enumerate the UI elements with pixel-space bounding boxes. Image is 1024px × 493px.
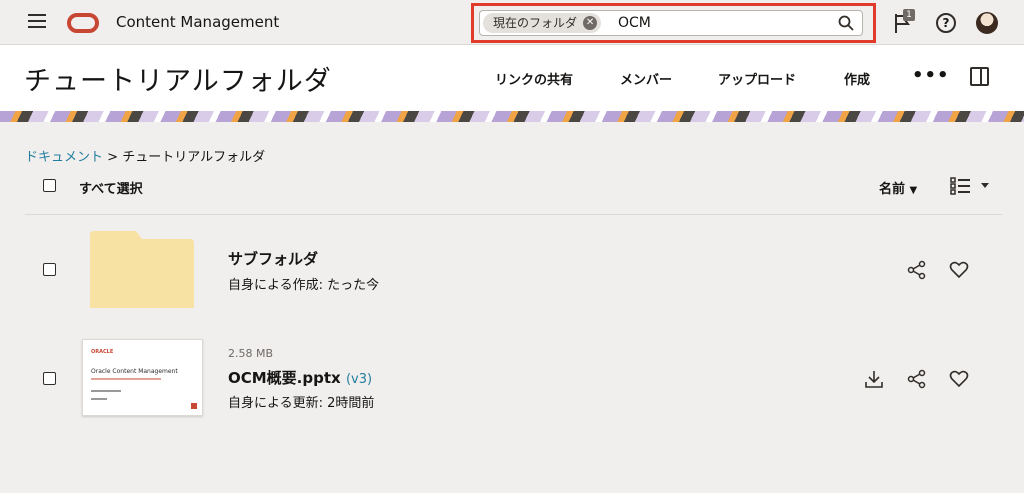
- divider: [25, 214, 1002, 215]
- share-icon[interactable]: [907, 369, 927, 389]
- page-header: チュートリアルフォルダ リンクの共有 メンバー アップロード 作成 •••: [0, 45, 1024, 111]
- top-bar: Content Management 現在のフォルダ ✕ OCM 1 ?: [0, 0, 1024, 45]
- select-all-label: すべて選択: [79, 182, 143, 197]
- content-area: ドキュメント > チュートリアルフォルダ すべて選択 名前 ▼ サブフォルダ 自…: [0, 122, 1024, 493]
- item-name[interactable]: サブフォルダ: [228, 248, 318, 269]
- more-icon[interactable]: •••: [912, 65, 950, 86]
- search-query[interactable]: OCM: [618, 15, 651, 31]
- thumbnail-line: [91, 390, 121, 392]
- create-button[interactable]: 作成: [844, 69, 870, 88]
- app-title: Content Management: [116, 13, 280, 31]
- thumbnail-brand: ORACLE: [91, 349, 114, 355]
- avatar[interactable]: [976, 12, 998, 34]
- file-name: OCM概要.pptx: [228, 369, 341, 387]
- upload-button[interactable]: アップロード: [718, 69, 796, 88]
- share-icon[interactable]: [907, 260, 927, 280]
- item-name[interactable]: OCM概要.pptx (v3): [228, 367, 372, 388]
- side-panel-icon[interactable]: [970, 67, 989, 86]
- breadcrumb-current: チュートリアルフォルダ: [122, 150, 266, 165]
- thumbnail-line: [91, 378, 161, 380]
- page-title: チュートリアルフォルダ: [24, 66, 332, 97]
- share-link-button[interactable]: リンクの共有: [495, 69, 573, 88]
- breadcrumb: ドキュメント > チュートリアルフォルダ: [25, 146, 265, 165]
- thumbnail-title: Oracle Content Management: [91, 368, 178, 375]
- select-all-checkbox[interactable]: [43, 179, 56, 192]
- search-icon[interactable]: [838, 15, 854, 31]
- breadcrumb-documents[interactable]: ドキュメント: [25, 150, 103, 165]
- heart-icon[interactable]: [949, 260, 969, 280]
- oracle-logo-icon[interactable]: [67, 13, 99, 33]
- version-link[interactable]: (v3): [346, 372, 372, 387]
- download-icon[interactable]: [864, 369, 884, 389]
- hamburger-menu-icon[interactable]: [28, 14, 46, 30]
- banner-pattern: [0, 111, 1024, 122]
- sort-dropdown[interactable]: 名前 ▼: [879, 178, 917, 197]
- close-icon[interactable]: ✕: [583, 16, 598, 30]
- search-scope-label: 現在のフォルダ: [493, 16, 578, 30]
- heart-icon[interactable]: [949, 369, 969, 389]
- notification-badge: 1: [903, 9, 915, 21]
- help-icon[interactable]: ?: [936, 13, 956, 33]
- item-meta: 自身による作成: たった今: [228, 278, 380, 293]
- file-thumbnail[interactable]: ORACLE Oracle Content Management: [82, 339, 203, 416]
- item-checkbox[interactable]: [43, 263, 56, 276]
- sort-label: 名前: [879, 182, 906, 197]
- members-button[interactable]: メンバー: [620, 69, 672, 88]
- thumbnail-logo: [191, 403, 197, 409]
- folder-icon[interactable]: [90, 231, 194, 308]
- search-input[interactable]: 現在のフォルダ ✕ OCM: [479, 10, 863, 36]
- item-meta: 自身による更新: 2時間前: [228, 396, 375, 411]
- chevron-down-icon: ▼: [909, 185, 918, 196]
- breadcrumb-separator: >: [107, 150, 119, 165]
- thumbnail-line: [91, 398, 107, 400]
- item-size: 2.58 MB: [228, 347, 274, 360]
- list-view-icon[interactable]: [950, 177, 994, 195]
- item-checkbox[interactable]: [43, 372, 56, 385]
- search-scope-chip[interactable]: 現在のフォルダ ✕: [483, 13, 602, 33]
